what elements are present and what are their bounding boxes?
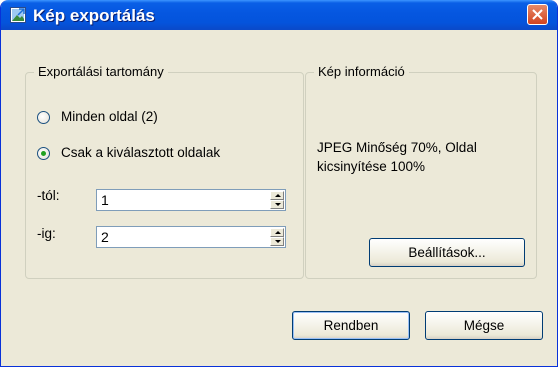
to-label: -ig:	[37, 226, 56, 241]
radio-all-pages-label[interactable]: Minden oldal (2)	[61, 109, 158, 124]
close-button[interactable]	[527, 4, 548, 25]
radio-all-pages[interactable]	[37, 111, 50, 124]
from-spin-arrows[interactable]	[270, 191, 284, 209]
image-info-text: JPEG Minőség 70%, Oldal kicsinyítése 100…	[317, 140, 477, 174]
from-spinner[interactable]: 1	[96, 189, 286, 211]
image-export-icon	[10, 7, 26, 23]
window-title: Kép exportálás	[33, 6, 155, 25]
dialog-window: Kép exportálás Exportálási tartomány Kép…	[0, 0, 558, 367]
from-spin-down-icon[interactable]	[270, 200, 284, 209]
from-value[interactable]: 1	[101, 192, 109, 208]
from-label: -tól:	[37, 188, 60, 203]
image-info-legend: Kép információ	[314, 64, 409, 79]
close-icon	[532, 9, 543, 20]
to-spin-up-icon[interactable]	[270, 228, 284, 237]
to-spin-arrows[interactable]	[270, 228, 284, 246]
radio-selected-pages[interactable]	[37, 147, 50, 160]
title-bar[interactable]: Kép exportálás	[1, 0, 557, 30]
to-value[interactable]: 2	[101, 229, 109, 245]
radio-selected-pages-label[interactable]: Csak a kiválasztott oldalak	[61, 145, 220, 160]
ok-button[interactable]: Rendben	[292, 311, 410, 340]
to-spin-down-icon[interactable]	[270, 237, 284, 246]
export-range-legend: Exportálási tartomány	[34, 64, 168, 79]
to-spinner[interactable]: 2	[96, 226, 286, 248]
from-spin-up-icon[interactable]	[270, 191, 284, 200]
cancel-button[interactable]: Mégse	[425, 311, 543, 340]
settings-button[interactable]: Beállítások...	[369, 238, 525, 267]
